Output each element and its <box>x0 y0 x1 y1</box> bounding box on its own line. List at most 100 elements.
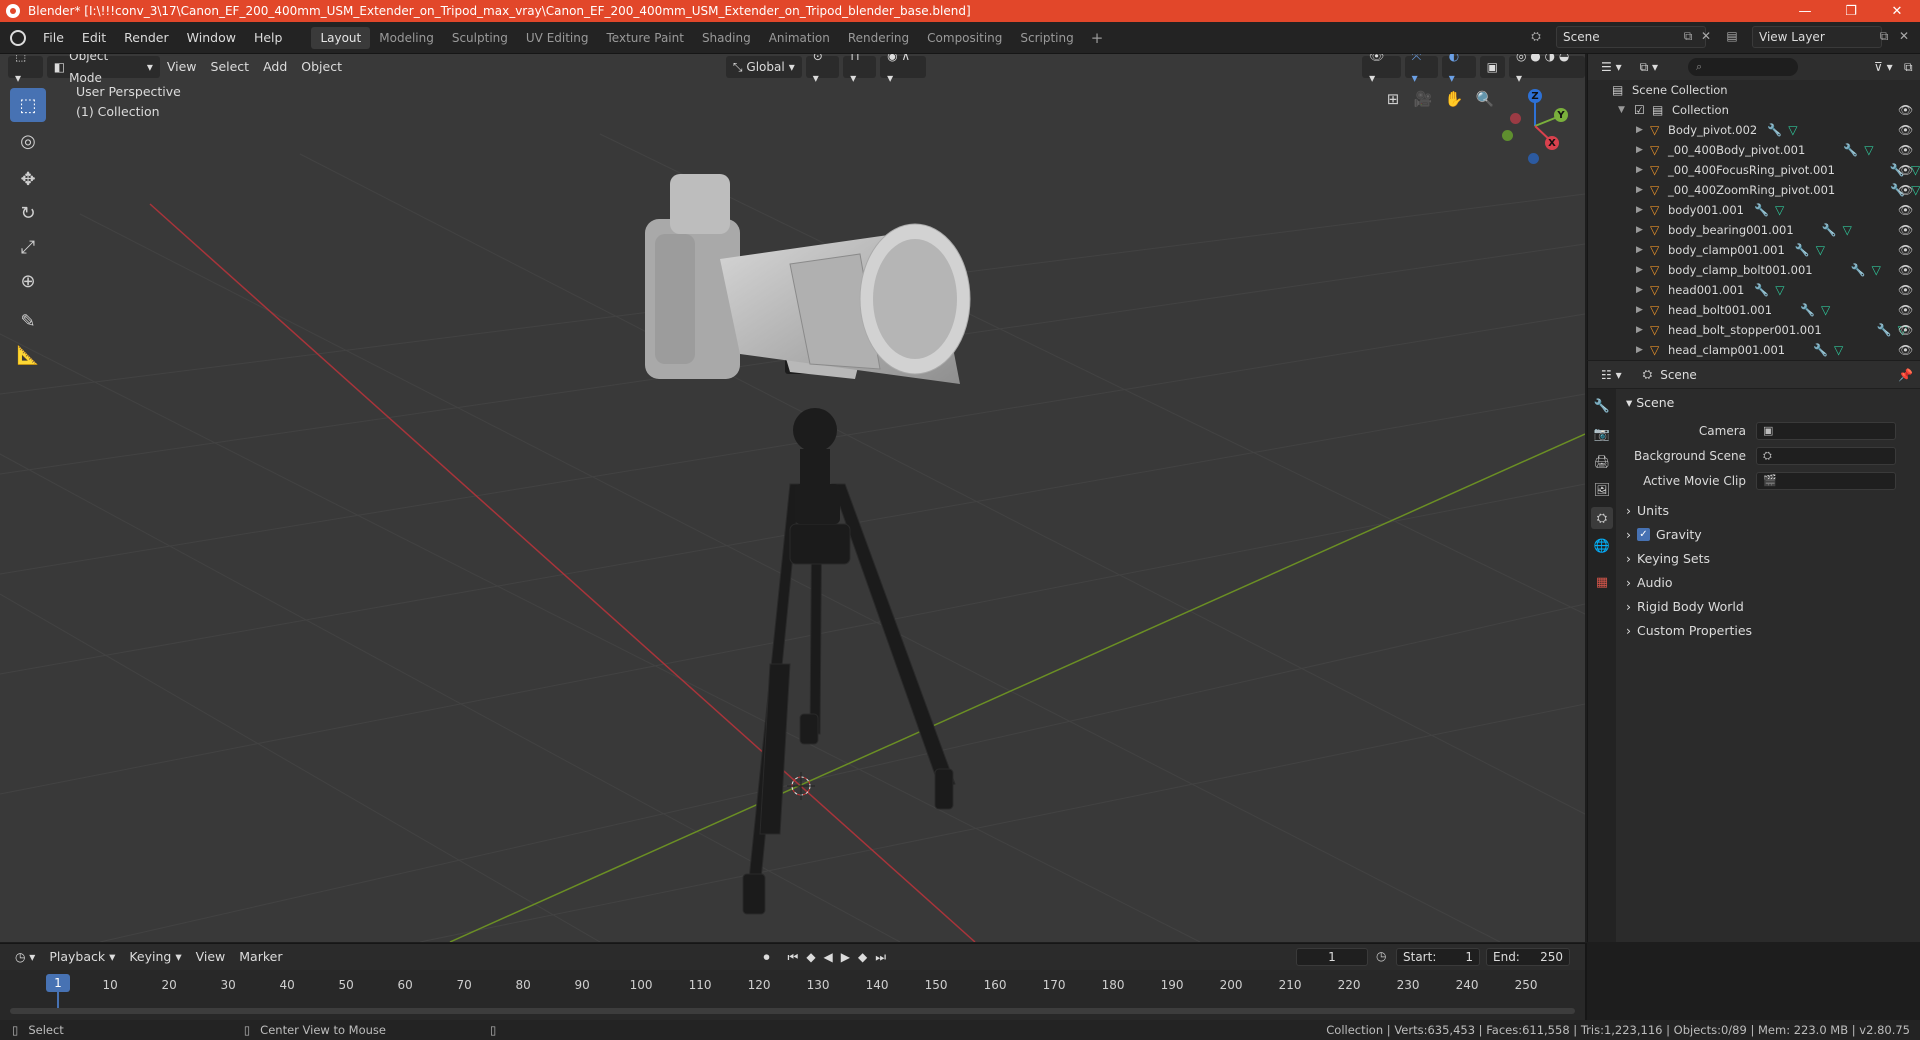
select-box-tool[interactable]: ⬚ <box>10 88 46 122</box>
mesh-icon[interactable]: ▽ <box>1843 223 1852 237</box>
wrench-icon[interactable]: 🔧 <box>1843 143 1858 157</box>
keying-sets-section[interactable]: › Keying Sets <box>1626 551 1710 566</box>
scene-selector-icon[interactable]: ⛭ <box>1528 28 1544 44</box>
eye-icon[interactable]: 👁 <box>1898 283 1913 297</box>
mesh-icon[interactable]: ▽ <box>1775 203 1784 217</box>
expand-arrow-icon[interactable]: ▶ <box>1636 345 1643 355</box>
outliner-item[interactable]: ▶ ▽ head_bolt_stopper001.001 🔧 ▽ 👁 <box>1588 320 1920 340</box>
timeline-menu-playback[interactable]: Playback ▾ <box>42 946 122 968</box>
current-frame-field[interactable]: 1 <box>1296 948 1368 966</box>
expand-arrow-icon[interactable]: ▶ <box>1636 225 1643 235</box>
timeline-menu-view[interactable]: View <box>189 946 233 968</box>
gizmo-neg-y-icon[interactable] <box>1502 130 1513 141</box>
mesh-icon[interactable]: ▽ <box>1775 283 1784 297</box>
camera-field[interactable]: ▣ <box>1756 422 1896 440</box>
expand-arrow-icon[interactable]: ▶ <box>1636 165 1643 175</box>
mesh-icon[interactable]: ▽ <box>1872 263 1881 277</box>
outliner-item[interactable]: ▶ ▽ body_clamp_bolt001.001 🔧 ▽ 👁 <box>1588 260 1920 280</box>
outliner-scene-collection[interactable]: ▤ Scene Collection <box>1588 80 1920 100</box>
outliner-item[interactable]: ▶ ▽ _00_400FocusRing_pivot.001 🔧 ▽ 👁 <box>1588 160 1920 180</box>
eye-icon[interactable]: 👁 <box>1898 103 1913 117</box>
workspace-tab-uv-editing[interactable]: UV Editing <box>517 27 598 49</box>
scene-panel-title[interactable]: ▾ Scene <box>1626 395 1674 410</box>
outliner[interactable]: ☰ ▾ ⧉ ▾ ⌕ ⊽ ▾ ⧉ ▤ Scene Collection ▼ ☑ ▤… <box>1587 54 1920 360</box>
delete-view-layer-icon[interactable]: ✕ <box>1896 28 1912 44</box>
gizmo-y-icon[interactable]: Y <box>1554 108 1568 122</box>
workspace-tab-texture-paint[interactable]: Texture Paint <box>598 27 693 49</box>
start-frame-field[interactable]: Start: 1 <box>1396 948 1480 966</box>
view-layer-tab-icon[interactable]: 🖼 <box>1591 479 1613 501</box>
expand-arrow-icon[interactable]: ▶ <box>1636 205 1643 215</box>
eye-icon[interactable]: 👁 <box>1898 143 1913 157</box>
viewport-menu-view[interactable]: View <box>160 56 204 78</box>
gizmo-neg-x-icon[interactable] <box>1510 113 1521 124</box>
render-tab-icon[interactable]: 📷 <box>1591 423 1613 445</box>
tool-tab-icon[interactable]: 🔧 <box>1591 395 1613 417</box>
wrench-icon[interactable]: 🔧 <box>1800 303 1815 317</box>
outliner-item[interactable]: ▶ ▽ body001.001 🔧 ▽ 👁 <box>1588 200 1920 220</box>
record-icon[interactable]: ⏺ <box>763 950 769 965</box>
expand-arrow-icon[interactable]: ▶ <box>1636 245 1643 255</box>
pin-icon[interactable]: 📌 <box>1898 368 1913 382</box>
editor-type-button[interactable]: ⬚ ▾ <box>8 54 43 85</box>
units-section[interactable]: › Units <box>1626 503 1669 518</box>
outliner-item[interactable]: ▶ ▽ head001.001 🔧 ▽ 👁 <box>1588 280 1920 300</box>
filter-icon[interactable]: ⊽ ▾ <box>1867 56 1900 78</box>
navigation-gizmo[interactable]: Z Y X <box>1490 84 1570 164</box>
scale-tool[interactable]: ⤢ <box>10 230 46 264</box>
outliner-item[interactable]: ▶ ▽ head_clamp001.001 🔧 ▽ 👁 <box>1588 340 1920 360</box>
minimize-button[interactable]: — <box>1782 0 1828 22</box>
delete-scene-icon[interactable]: ✕ <box>1698 28 1714 44</box>
eye-icon[interactable]: 👁 <box>1898 303 1913 317</box>
menu-file[interactable]: File <box>34 27 73 49</box>
gizmo-toggle-button[interactable]: ⤧ ▾ <box>1404 54 1438 85</box>
new-scene-icon[interactable]: ⧉ <box>1680 28 1696 44</box>
menu-edit[interactable]: Edit <box>73 27 115 49</box>
eye-icon[interactable]: 👁 <box>1898 243 1913 257</box>
outliner-item[interactable]: ▶ ▽ body_clamp001.001 🔧 ▽ 👁 <box>1588 240 1920 260</box>
eye-icon[interactable]: 👁 <box>1898 183 1913 197</box>
expand-arrow-icon[interactable]: ▶ <box>1636 265 1643 275</box>
timeline-editor-type-button[interactable]: ◷ ▾ <box>8 946 42 968</box>
viewport-menu-add[interactable]: Add <box>256 56 294 78</box>
outliner-item[interactable]: ▶ ▽ _00_400ZoomRing_pivot.001 🔧 ▽ 👁 <box>1588 180 1920 200</box>
menu-render[interactable]: Render <box>115 27 178 49</box>
display-mode-button[interactable]: ⧉ ▾ <box>1633 56 1665 78</box>
3d-viewport[interactable]: ⬚ ▾ ◧ Object Mode ▾ View Select Add Obje… <box>0 54 1585 942</box>
blender-menu-icon[interactable] <box>10 29 26 46</box>
mesh-icon[interactable]: ▽ <box>1816 243 1825 257</box>
workspace-tab-rendering[interactable]: Rendering <box>839 27 918 49</box>
proportional-edit-button[interactable]: ◉ ∧ ▾ <box>880 54 927 85</box>
active-movie-clip-field[interactable]: 🎬 <box>1756 472 1896 490</box>
move-tool[interactable]: ✥ <box>10 162 46 196</box>
outliner-item[interactable]: ▶ ▽ Body_pivot.002 🔧 ▽ 👁 <box>1588 120 1920 140</box>
transform-tool[interactable]: ⊕ <box>10 264 46 298</box>
next-keyframe-icon[interactable]: ◆ <box>858 950 867 964</box>
overlay-toggle-button[interactable]: ◐ ▾ <box>1441 54 1476 85</box>
rotate-tool[interactable]: ↻ <box>10 196 46 230</box>
wrench-icon[interactable]: 🔧 <box>1877 323 1892 337</box>
gravity-section[interactable]: › ✓ Gravity <box>1626 527 1702 542</box>
gizmo-x-icon[interactable]: X <box>1545 136 1559 150</box>
wrench-icon[interactable]: 🔧 <box>1822 223 1837 237</box>
view-layer-icon[interactable]: ▤ <box>1724 28 1740 44</box>
camera-view-icon[interactable]: 🎥 <box>1410 86 1436 112</box>
properties-editor-type-button[interactable]: ☷ ▾ <box>1594 364 1629 386</box>
workspace-tab-animation[interactable]: Animation <box>760 27 839 49</box>
jump-start-icon[interactable]: ⏮ <box>788 950 799 965</box>
add-workspace-button[interactable]: + <box>1083 29 1112 47</box>
shading-buttons[interactable]: ◎ ● ◑ ◒ ▾ <box>1509 54 1585 85</box>
viewport-menu-select[interactable]: Select <box>204 56 257 78</box>
workspace-tab-compositing[interactable]: Compositing <box>918 27 1011 49</box>
eye-icon[interactable]: 👁 <box>1898 203 1913 217</box>
expand-arrow-icon[interactable]: ▶ <box>1636 285 1643 295</box>
clock-icon[interactable]: ◷ <box>1376 949 1386 963</box>
workspace-tab-modeling[interactable]: Modeling <box>370 27 443 49</box>
restore-button[interactable]: ❐ <box>1828 0 1874 22</box>
world-tab-icon[interactable]: 🌐 <box>1591 535 1613 557</box>
gizmo-neg-z-icon[interactable] <box>1528 153 1539 164</box>
mesh-icon[interactable]: ▽ <box>1821 303 1830 317</box>
outliner-item[interactable]: ▶ ▽ _00_400Body_pivot.001 🔧 ▽ 👁 <box>1588 140 1920 160</box>
wrench-icon[interactable]: 🔧 <box>1851 263 1866 277</box>
timeline-menu-marker[interactable]: Marker <box>232 946 289 968</box>
